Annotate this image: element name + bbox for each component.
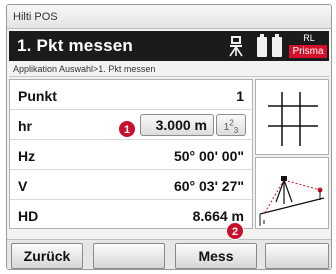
battery-icon — [272, 34, 282, 57]
field-label: HD — [18, 208, 39, 224]
measure-button[interactable]: Mess — [175, 243, 257, 269]
row-hz: Hz 50° 00' 00" — [10, 140, 254, 170]
target-type-badge[interactable]: Prisma — [289, 45, 327, 58]
row-punkt: Punkt 1 — [10, 80, 254, 110]
page-title: 1. Pkt messen — [17, 36, 133, 55]
mode-indicator: RL — [303, 33, 315, 43]
field-value: 50° 00' 00" — [173, 148, 244, 164]
window-title: Hilti POS — [7, 5, 331, 29]
grid-icon — [268, 92, 318, 146]
callout-badge-2: 2 — [226, 222, 244, 240]
callout-badge-1: 1 — [118, 120, 136, 138]
device-screen: Hilti POS 1. Pkt messen RL Prisma Applik… — [6, 4, 332, 270]
geometry-view-button[interactable] — [255, 157, 329, 229]
row-v: V 60° 03' 27" — [10, 170, 254, 200]
row-hd: HD 8.664 m — [10, 200, 254, 230]
breadcrumb: Applikation Auswahl>1. Pkt messen — [9, 63, 329, 77]
battery-icon — [257, 34, 267, 57]
field-label: V — [18, 178, 28, 194]
field-label: Punkt — [18, 88, 57, 104]
measurement-geometry-icon — [259, 176, 325, 226]
keypad-icon: 123 — [223, 119, 239, 136]
tripod-icon — [229, 36, 243, 57]
field-label: hr — [18, 118, 32, 134]
measurement-table: Punkt 1 hr 3.000 m 123 Hz 50° 00' 00" V … — [9, 79, 254, 230]
softkey-bar: Zurück Mess — [7, 239, 331, 269]
softkey-empty-2[interactable] — [93, 243, 165, 269]
field-label: Hz — [18, 148, 36, 164]
numeric-keypad-button[interactable]: 123 — [216, 114, 246, 136]
softkey-empty-4[interactable] — [265, 243, 329, 269]
back-button[interactable]: Zurück — [11, 243, 83, 269]
grid-view-button[interactable] — [255, 79, 329, 155]
field-value: 1 — [236, 88, 244, 104]
reflector-height-input[interactable]: 3.000 m — [140, 114, 214, 136]
field-value: 60° 03' 27" — [173, 178, 244, 194]
app-header: 1. Pkt messen RL Prisma — [9, 31, 329, 61]
